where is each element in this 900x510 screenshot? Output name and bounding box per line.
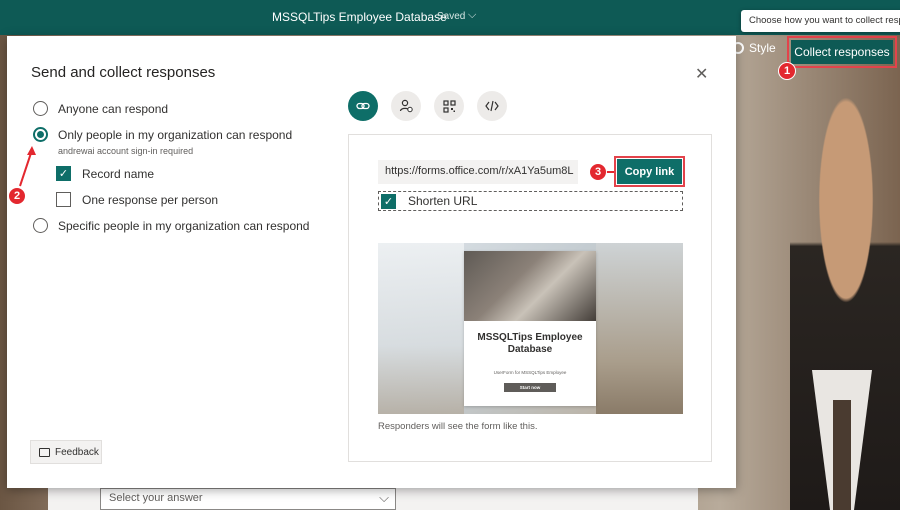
preview-background-left	[378, 243, 464, 414]
checkbox-checked[interactable]: ✓	[381, 193, 396, 209]
feedback-label: Feedback	[55, 446, 99, 458]
one-response-option[interactable]: One response per person	[56, 192, 218, 207]
checkbox[interactable]	[56, 192, 71, 207]
close-icon[interactable]: ✕	[695, 64, 708, 84]
feedback-icon	[39, 447, 50, 457]
form-preview: MSSQLTips Employee Database UserForm for…	[378, 243, 683, 414]
share-method-tabs	[348, 91, 507, 121]
dialog-title: Send and collect responses	[31, 64, 216, 81]
checkbox-label: Record name	[82, 166, 155, 181]
preview-caption: Responders will see the form like this.	[378, 421, 538, 432]
option-specific-people[interactable]: Specific people in my organization can r…	[33, 218, 309, 233]
send-dialog: Send and collect responses ✕ Anyone can …	[7, 36, 736, 488]
qr-code-icon[interactable]	[434, 91, 464, 121]
link-icon[interactable]	[348, 91, 378, 121]
checkbox-label: One response per person	[82, 192, 219, 207]
radio-button[interactable]	[33, 101, 48, 116]
form-title[interactable]: MSSQLTips Employee Database	[272, 10, 447, 24]
saved-status: Saved	[437, 11, 466, 22]
option-label: Only people in my organization can respo…	[58, 127, 293, 142]
annotation-badge-1: 1	[778, 62, 796, 80]
share-url-field[interactable]: https://forms.office.com/r/xA1Ya5um8L	[378, 160, 578, 184]
option-anyone[interactable]: Anyone can respond	[33, 101, 168, 116]
radio-button[interactable]	[33, 218, 48, 233]
preview-card: MSSQLTips Employee Database UserForm for…	[464, 251, 596, 406]
option-organization[interactable]: Only people in my organization can respo…	[33, 127, 292, 142]
feedback-button[interactable]: Feedback	[30, 440, 102, 464]
chevron-down-icon: ⌵	[379, 490, 389, 505]
sign-in-note: andrewai account sign-in required	[58, 146, 194, 156]
preview-start-button: Start now	[504, 383, 556, 392]
background-tie	[833, 400, 851, 510]
shorten-url-option[interactable]: ✓ Shorten URL	[378, 191, 683, 211]
style-button[interactable]: Style	[732, 41, 776, 55]
option-label: Anyone can respond	[58, 101, 169, 116]
answer-select[interactable]: Select your answer ⌵	[100, 488, 396, 510]
embed-code-icon[interactable]	[477, 91, 507, 121]
option-label: Specific people in my organization can r…	[58, 218, 310, 233]
collect-responses-button[interactable]: Collect responses	[791, 40, 893, 64]
preview-subtitle: UserForm for MSSQLTips Employee	[493, 370, 567, 375]
copy-link-button[interactable]: Copy link	[617, 159, 682, 184]
share-link-panel: https://forms.office.com/r/xA1Ya5um8L Co…	[348, 134, 712, 462]
tooltip: Choose how you want to collect responses	[741, 10, 900, 32]
preview-background-right	[596, 243, 683, 414]
record-name-option[interactable]: ✓ Record name	[56, 166, 154, 181]
chevron-down-icon[interactable]: ⌵	[468, 9, 476, 22]
style-label: Style	[749, 41, 776, 55]
annotation-badge-3: 3	[589, 163, 607, 181]
select-placeholder: Select your answer	[109, 492, 203, 504]
shorten-url-label: Shorten URL	[408, 194, 478, 208]
annotation-badge-2: 2	[8, 187, 26, 205]
checkbox-checked[interactable]: ✓	[56, 166, 71, 181]
radio-button-selected[interactable]	[33, 127, 48, 142]
preview-title: MSSQLTips Employee Database	[477, 332, 583, 355]
people-invite-icon[interactable]	[391, 91, 421, 121]
preview-cover-image	[464, 251, 596, 321]
